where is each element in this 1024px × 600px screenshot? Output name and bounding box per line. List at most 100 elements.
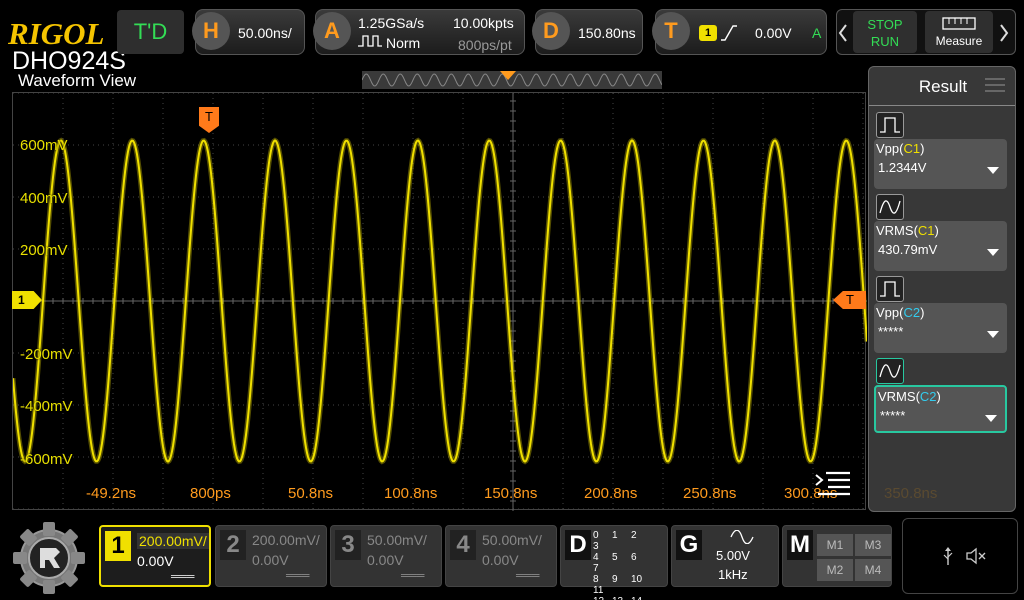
math-m3[interactable]: M3 — [855, 534, 891, 556]
trigger-status: A — [812, 25, 822, 41]
speaker-muted-icon[interactable] — [965, 547, 987, 565]
generator-button[interactable]: G 5.00V 1kHz — [671, 525, 779, 587]
result-name: VRMS(C1) — [876, 223, 939, 238]
digital-bit: 8 — [593, 574, 599, 585]
digital-channels-button[interactable]: D 0123456789101112131415 — [560, 525, 668, 600]
channel-number: 3 — [335, 530, 361, 560]
acquire-mode: Norm — [386, 35, 421, 51]
digital-bit: 13 — [612, 596, 631, 600]
x-label: 250.8ns — [683, 485, 737, 502]
channel-scale: 50.00mV/ — [482, 532, 542, 548]
generator-amplitude: 5.00V — [716, 548, 750, 563]
digital-bit-grid: 0123456789101112131415 — [593, 530, 667, 600]
channel-offset: 0.00V — [367, 552, 404, 568]
measure-label: Measure — [935, 34, 983, 48]
dropdown-caret-icon[interactable] — [987, 249, 999, 256]
digital-bit: 14 — [631, 596, 650, 600]
dropdown-caret-icon[interactable] — [987, 167, 999, 174]
math-m1[interactable]: M1 — [817, 534, 853, 556]
x-label-hidden: 350.8ns — [884, 485, 938, 502]
stop-run-button[interactable]: STOP RUN — [853, 11, 917, 53]
run-label: RUN — [870, 34, 900, 49]
trigger-delay-button[interactable]: T'D — [117, 10, 184, 54]
status-area — [902, 518, 1018, 594]
channel-4-button[interactable]: 4 50.00mV/ 0.00V ═══ — [445, 525, 557, 587]
digital-letter: D — [565, 530, 591, 560]
channel-offset: 0.00V — [137, 553, 174, 569]
memory-depth: 10.00kpts — [453, 15, 514, 31]
y-label-neg200mv: -200mV — [20, 346, 73, 363]
result-item-vrms-c2[interactable]: VRMS(C2) ***** — [874, 385, 1007, 433]
math-letter: M — [787, 530, 813, 560]
waveform-view-title: Waveform View — [18, 71, 137, 90]
x-label: 150.8ns — [484, 485, 538, 502]
stop-label: STOP — [867, 17, 903, 32]
horizontal-icon: H — [192, 12, 230, 50]
home-gear-icon[interactable] — [10, 520, 88, 596]
channel-1-button[interactable]: 1 200.00mV/ 0.00V ═══ — [99, 525, 211, 587]
waveform-display[interactable] — [12, 92, 867, 511]
digital-bit: 4 — [593, 552, 599, 563]
chevron-right-icon[interactable] — [999, 24, 1009, 42]
chevron-left-icon[interactable] — [838, 24, 848, 42]
sine-icon — [876, 194, 904, 220]
x-label: 800ps — [190, 485, 231, 502]
usb-icon — [943, 547, 953, 565]
result-item-vpp-c2[interactable]: Vpp(C2) ***** — [874, 303, 1007, 353]
delay-icon: D — [532, 12, 570, 50]
measure-channel: C2 — [919, 389, 937, 404]
y-label-neg600mv: -600mV — [20, 451, 73, 468]
digital-bit: 6 — [631, 552, 637, 563]
trigger-source-badge: 1 — [699, 25, 717, 41]
dropdown-caret-icon[interactable] — [985, 415, 997, 422]
acquire-mode-icon — [358, 35, 382, 47]
digital-bit: 9 — [612, 574, 618, 585]
digital-bit: 3 — [593, 541, 599, 552]
sample-resolution: 800ps/pt — [458, 37, 512, 53]
result-value: 430.79mV — [878, 242, 938, 257]
math-button[interactable]: M M1 M3 M2 M4 — [782, 525, 892, 587]
measure-channel: C1 — [917, 223, 935, 238]
sine-icon — [730, 530, 754, 544]
measure-name: VRMS — [878, 389, 916, 404]
channel-2-button[interactable]: 2 200.00mV/ 0.00V ═══ — [215, 525, 327, 587]
x-label: 200.8ns — [584, 485, 638, 502]
channel-scale: 50.00mV/ — [367, 532, 427, 548]
y-label-600mv: 600mV — [20, 137, 68, 154]
pulse-icon — [876, 276, 904, 302]
digital-bit: 0 — [593, 530, 599, 541]
dc-coupling-icon: ═══ — [401, 570, 425, 582]
horizontal-scale-value: 50.00ns/ — [238, 25, 292, 41]
x-label: 50.8ns — [288, 485, 334, 502]
digital-bit: 11 — [593, 585, 604, 596]
result-value: 1.2344V — [878, 160, 927, 175]
result-name: Vpp(C2) — [876, 305, 925, 320]
x-label: 100.8ns — [384, 485, 438, 502]
result-item-vpp-c1[interactable]: Vpp(C1) 1.2344V — [874, 139, 1007, 189]
dropdown-caret-icon[interactable] — [987, 331, 999, 338]
trigger-level: 0.00V — [755, 25, 792, 41]
result-divider — [869, 105, 1015, 106]
result-item-vrms-c1[interactable]: VRMS(C1) 430.79mV — [874, 221, 1007, 271]
math-m4[interactable]: M4 — [855, 559, 891, 581]
result-name: VRMS(C2) — [878, 389, 941, 404]
sample-rate: 1.25GSa/s — [358, 15, 425, 31]
y-label-400mv: 400mV — [20, 190, 68, 207]
digital-bit: 1 — [612, 530, 618, 541]
measure-channel: C2 — [903, 305, 921, 320]
measure-button[interactable]: Measure — [925, 11, 993, 53]
trigger-icon: T — [652, 12, 690, 50]
digital-bit: 7 — [593, 563, 599, 574]
delay-value: 150.80ns — [578, 25, 636, 41]
digital-bit: 12 — [593, 596, 612, 600]
channel-scale: 200.00mV/ — [252, 532, 320, 548]
result-value: ***** — [878, 324, 904, 339]
menu-icon[interactable] — [814, 470, 852, 498]
channel-3-button[interactable]: 3 50.00mV/ 0.00V ═══ — [330, 525, 442, 587]
measure-name: VRMS — [876, 223, 914, 238]
x-label: -49.2ns — [86, 485, 137, 502]
generator-letter: G — [676, 530, 702, 560]
math-m2[interactable]: M2 — [817, 559, 853, 581]
hamburger-icon[interactable] — [985, 77, 1005, 93]
ruler-icon — [942, 17, 976, 30]
